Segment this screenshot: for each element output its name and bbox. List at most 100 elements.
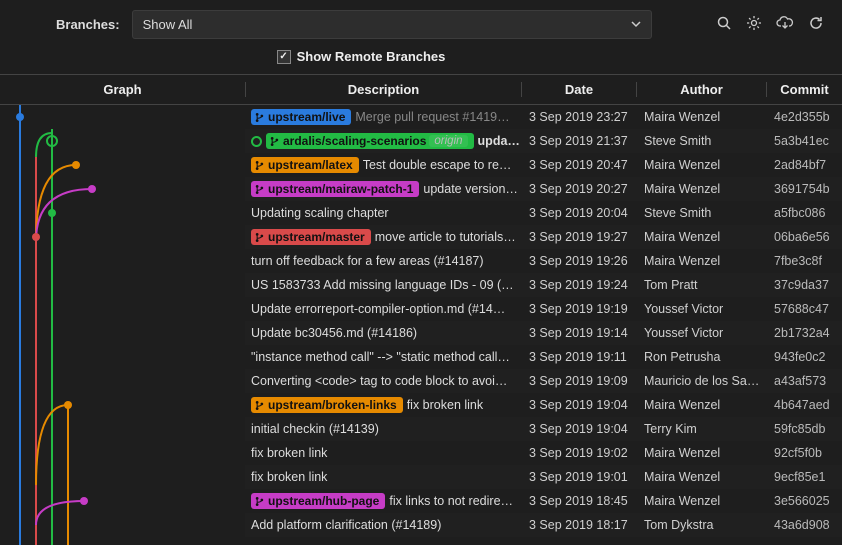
commit-message: "instance method call" --> "static metho… bbox=[251, 350, 521, 364]
show-remote-label: Show Remote Branches bbox=[297, 49, 446, 64]
commit-author: Youssef Victor bbox=[636, 326, 766, 340]
commit-hash: 2b1732a4 bbox=[766, 326, 842, 340]
branch-tag[interactable]: upstream/mairaw-patch-1 bbox=[251, 181, 419, 197]
commit-author: Mauricio de los San… bbox=[636, 374, 766, 388]
commit-message: initial checkin (#14139) bbox=[251, 422, 521, 436]
commit-hash: 06ba6e56 bbox=[766, 230, 842, 244]
commit-description-cell: upstream/broken-links fix broken link bbox=[245, 397, 521, 413]
branch-tag[interactable]: upstream/latex bbox=[251, 157, 359, 173]
commit-hash: 57688c47 bbox=[766, 302, 842, 316]
commit-date: 3 Sep 2019 19:27 bbox=[521, 230, 636, 244]
commit-row[interactable]: fix broken link3 Sep 2019 19:01Maira Wen… bbox=[245, 465, 842, 489]
commit-hash: 59fc85db bbox=[766, 422, 842, 436]
refresh-icon[interactable] bbox=[808, 15, 824, 34]
commit-author: Steve Smith bbox=[636, 206, 766, 220]
header-graph: Graph bbox=[0, 82, 245, 97]
commit-description-cell: upstream/latexTest double escape to re… bbox=[245, 157, 521, 173]
commit-date: 3 Sep 2019 19:19 bbox=[521, 302, 636, 316]
commit-row[interactable]: US 1583733 Add missing language IDs - 09… bbox=[245, 273, 842, 297]
commit-description-cell: upstream/mairaw-patch-1update version… bbox=[245, 181, 521, 197]
gear-icon[interactable] bbox=[746, 15, 762, 34]
commit-description-cell: Updating scaling chapter bbox=[245, 206, 521, 220]
commit-hash: 7fbe3c8f bbox=[766, 254, 842, 268]
commit-row[interactable]: upstream/hub-page fix links to not redire… bbox=[245, 489, 842, 513]
commit-author: Terry Kim bbox=[636, 422, 766, 436]
commit-message: fix broken link bbox=[251, 446, 521, 460]
commit-date: 3 Sep 2019 19:24 bbox=[521, 278, 636, 292]
branch-tag[interactable]: upstream/hub-page bbox=[251, 493, 385, 509]
commit-author: Maira Wenzel bbox=[636, 398, 766, 412]
header-date: Date bbox=[521, 82, 636, 97]
commit-message: fix links to not redire… bbox=[389, 494, 521, 508]
commit-row[interactable]: upstream/mairaw-patch-1update version…3 … bbox=[245, 177, 842, 201]
commit-row[interactable]: Converting <code> tag to code block to a… bbox=[245, 369, 842, 393]
cloud-down-icon[interactable] bbox=[776, 15, 794, 34]
show-remote-checkbox[interactable]: ✓ bbox=[277, 50, 291, 64]
header-description: Description bbox=[245, 82, 521, 97]
commit-description-cell: fix broken link bbox=[245, 446, 521, 460]
commit-author: Ron Petrusha bbox=[636, 350, 766, 364]
commit-message: move article to tutorials… bbox=[375, 230, 521, 244]
commit-message: turn off feedback for a few areas (#1418… bbox=[251, 254, 521, 268]
commit-author: Maira Wenzel bbox=[636, 470, 766, 484]
commit-date: 3 Sep 2019 19:04 bbox=[521, 422, 636, 436]
commit-description-cell: initial checkin (#14139) bbox=[245, 422, 521, 436]
commit-row[interactable]: ardalis/scaling-scenariosorigin upda…3 Se… bbox=[245, 129, 842, 153]
commit-description-cell: upstream/live Merge pull request #1419… bbox=[245, 109, 521, 125]
commit-date: 3 Sep 2019 18:45 bbox=[521, 494, 636, 508]
commit-row[interactable]: Updating scaling chapter3 Sep 2019 20:04… bbox=[245, 201, 842, 225]
commit-row[interactable]: Update bc30456.md (#14186)3 Sep 2019 19:… bbox=[245, 321, 842, 345]
commit-date: 3 Sep 2019 19:02 bbox=[521, 446, 636, 460]
commit-row[interactable]: upstream/latexTest double escape to re…3… bbox=[245, 153, 842, 177]
branch-tag[interactable]: upstream/broken-links bbox=[251, 397, 403, 413]
branches-label: Branches: bbox=[56, 17, 120, 32]
origin-chip: origin bbox=[429, 135, 467, 147]
commit-row[interactable]: upstream/master move article to tutorials… bbox=[245, 225, 842, 249]
branch-tag[interactable]: ardalis/scaling-scenariosorigin bbox=[266, 133, 474, 149]
commit-hash: 3691754b bbox=[766, 182, 842, 196]
commit-graph bbox=[0, 105, 245, 537]
commit-author: Tom Pratt bbox=[636, 278, 766, 292]
branches-select[interactable]: Show All bbox=[132, 10, 652, 39]
commit-message: fix broken link bbox=[407, 398, 521, 412]
commit-row[interactable]: "instance method call" --> "static metho… bbox=[245, 345, 842, 369]
commit-date: 3 Sep 2019 21:37 bbox=[521, 134, 636, 148]
commit-row[interactable]: initial checkin (#14139)3 Sep 2019 19:04… bbox=[245, 417, 842, 441]
commit-author: Maira Wenzel bbox=[636, 254, 766, 268]
branch-tag[interactable]: upstream/master bbox=[251, 229, 371, 245]
commit-row[interactable]: Add platform clarification (#14189)3 Sep… bbox=[245, 513, 842, 537]
commit-date: 3 Sep 2019 19:04 bbox=[521, 398, 636, 412]
commit-author: Tom Dykstra bbox=[636, 518, 766, 532]
commit-row[interactable]: turn off feedback for a few areas (#1418… bbox=[245, 249, 842, 273]
commit-message: Merge pull request #1419… bbox=[355, 110, 521, 124]
commit-description-cell: upstream/hub-page fix links to not redire… bbox=[245, 493, 521, 509]
commit-row[interactable]: upstream/liveMerge pull request #1419…3 … bbox=[245, 105, 842, 129]
commit-message: upda… bbox=[478, 134, 521, 148]
commit-date: 3 Sep 2019 18:17 bbox=[521, 518, 636, 532]
commit-description-cell: Update errorreport-compiler-option.md (#… bbox=[245, 302, 521, 316]
commit-message: Update errorreport-compiler-option.md (#… bbox=[251, 302, 521, 316]
branch-tag[interactable]: upstream/live bbox=[251, 109, 351, 125]
commit-row[interactable]: upstream/broken-links fix broken link3 Se… bbox=[245, 393, 842, 417]
commit-hash: 9ecf85e1 bbox=[766, 470, 842, 484]
commit-description-cell: "instance method call" --> "static metho… bbox=[245, 350, 521, 364]
commit-message: Converting <code> tag to code block to a… bbox=[251, 374, 521, 388]
commit-row[interactable]: Update errorreport-compiler-option.md (#… bbox=[245, 297, 842, 321]
commit-hash: 5a3b41ec bbox=[766, 134, 842, 148]
commit-author: Youssef Victor bbox=[636, 302, 766, 316]
commit-hash: a5fbc086 bbox=[766, 206, 842, 220]
commit-hash: a43af573 bbox=[766, 374, 842, 388]
commit-description-cell: US 1583733 Add missing language IDs - 09… bbox=[245, 278, 521, 292]
commit-author: Maira Wenzel bbox=[636, 158, 766, 172]
commit-description-cell: Add platform clarification (#14189) bbox=[245, 518, 521, 532]
commit-hash: 4b647aed bbox=[766, 398, 842, 412]
commit-author: Steve Smith bbox=[636, 134, 766, 148]
search-icon[interactable] bbox=[716, 15, 732, 34]
header-commit: Commit bbox=[766, 82, 842, 97]
header-author: Author bbox=[636, 82, 766, 97]
commit-date: 3 Sep 2019 19:11 bbox=[521, 350, 636, 364]
commit-row[interactable]: fix broken link3 Sep 2019 19:02Maira Wen… bbox=[245, 441, 842, 465]
commit-author: Maira Wenzel bbox=[636, 446, 766, 460]
commit-date: 3 Sep 2019 19:26 bbox=[521, 254, 636, 268]
commit-description-cell: turn off feedback for a few areas (#1418… bbox=[245, 254, 521, 268]
